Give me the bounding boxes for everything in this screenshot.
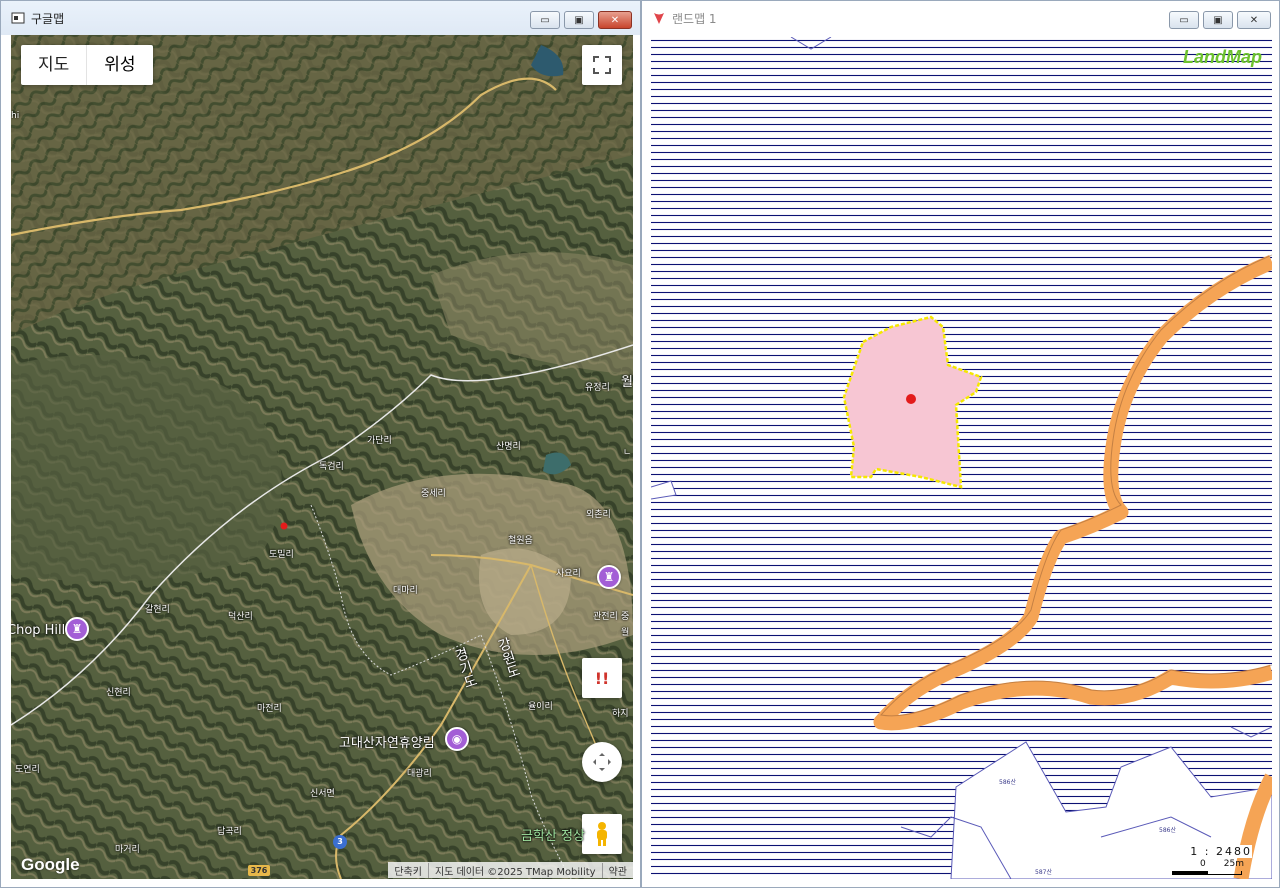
landmap-logo: LandMap bbox=[1183, 47, 1262, 67]
place-label: 철원읍 bbox=[508, 536, 533, 546]
google-map-window: 구글맵 ▭ ▣ ✕ 지도 위성 !! Google 단축키 지도 데이터 ©20… bbox=[0, 0, 641, 888]
pegman-icon bbox=[597, 822, 607, 846]
place-label: 사요리 bbox=[556, 569, 581, 579]
place-label: 도연리 bbox=[15, 765, 40, 775]
place-label: 유정리 bbox=[585, 383, 610, 393]
place-label: 마전리 bbox=[257, 704, 282, 714]
landmap-window: 랜드맵 1 ▭ ▣ ✕ LandMap 586산 586산 587산 1: 2… bbox=[641, 0, 1280, 888]
keyboard-shortcuts-link[interactable]: 단축키 bbox=[388, 863, 428, 878]
map-data-credit: 지도 데이터 ©2025 TMap Mobility bbox=[427, 862, 602, 878]
restore-button[interactable]: ▣ bbox=[564, 11, 594, 29]
minimize-button[interactable]: ▭ bbox=[530, 11, 560, 29]
landmap-app-icon bbox=[652, 11, 666, 25]
parcel-number-label: 587산 bbox=[1035, 869, 1052, 876]
place-label: 가단리 bbox=[367, 436, 392, 446]
satellite-map[interactable]: 지도 위성 !! Google 단축키 지도 데이터 ©2025 TMap Mo… bbox=[11, 35, 633, 879]
place-label: 대광리 bbox=[407, 769, 432, 779]
camera-poi-icon[interactable]: ◉ bbox=[445, 727, 469, 751]
close-button[interactable]: ✕ bbox=[598, 11, 632, 29]
place-label: 산명리 bbox=[496, 442, 521, 452]
place-label: 관전리 bbox=[593, 612, 618, 622]
cadastral-map[interactable]: LandMap 586산 586산 587산 1 : 2480 0 25m bbox=[651, 37, 1272, 879]
close-button[interactable]: ✕ bbox=[1237, 11, 1271, 29]
place-label: 답곡리 bbox=[217, 827, 242, 837]
place-label: Chop Hill bbox=[11, 623, 66, 638]
scale-bar bbox=[1172, 871, 1242, 875]
place-label: 중세리 bbox=[421, 489, 446, 499]
map-attribution: 단축키 지도 데이터 ©2025 TMap Mobility 약관 bbox=[388, 862, 633, 878]
place-label: hi bbox=[11, 111, 20, 121]
place-label: 신서면 bbox=[310, 789, 335, 799]
map-type-map-button[interactable]: 지도 bbox=[21, 45, 86, 85]
map-type-toggle[interactable]: 지도 위성 bbox=[21, 45, 153, 85]
cadastral-drawing bbox=[651, 37, 1272, 879]
pan-arrows-icon bbox=[593, 753, 611, 771]
scale-distance-label: 25m bbox=[1223, 859, 1244, 869]
place-label: 고대산자연휴양림 bbox=[339, 736, 435, 751]
fullscreen-icon bbox=[593, 56, 611, 74]
place-label: 월 bbox=[621, 375, 633, 390]
place-label: 금학산 정상 bbox=[521, 829, 585, 844]
minimize-button[interactable]: ▭ bbox=[1169, 11, 1199, 29]
place-label: 신현리 bbox=[106, 688, 131, 698]
scale-zero-label: 0 bbox=[1200, 859, 1206, 869]
route-shield-3: 3 bbox=[333, 835, 347, 849]
window-title: 구글맵 bbox=[31, 11, 65, 26]
landmark-poi-icon[interactable]: ♜ bbox=[65, 617, 89, 641]
app-icon bbox=[11, 11, 25, 25]
place-label: 독검리 bbox=[319, 462, 344, 472]
place-label: 마거리 bbox=[115, 845, 140, 855]
place-label: 덕산리 bbox=[228, 612, 253, 622]
terms-link[interactable]: 약관 bbox=[601, 862, 633, 878]
location-marker[interactable] bbox=[280, 522, 288, 530]
map-type-satellite-button[interactable]: 위성 bbox=[86, 45, 152, 85]
place-label: 외촌리 bbox=[586, 510, 611, 520]
place-label: 도밀리 bbox=[269, 550, 294, 560]
place-label: 월 bbox=[621, 628, 630, 638]
place-label: ㄴ bbox=[623, 448, 632, 458]
window-title: 랜드맵 1 bbox=[672, 11, 717, 26]
parcel-location-marker[interactable] bbox=[906, 394, 916, 404]
parcel-number-label: 586산 bbox=[1159, 827, 1176, 834]
fullscreen-button[interactable] bbox=[582, 45, 622, 85]
route-shield-376: 376 bbox=[248, 865, 270, 876]
place-label: 율이리 bbox=[528, 702, 553, 712]
landmark-poi-icon[interactable]: ♜ bbox=[597, 565, 621, 589]
parcel-number-label: 586산 bbox=[999, 779, 1016, 786]
place-label: 갈현리 bbox=[145, 605, 170, 615]
place-label: 중 bbox=[621, 612, 630, 622]
scale-bar-labels: 0 25m bbox=[1200, 859, 1244, 869]
title-bar[interactable]: 랜드맵 1 ▭ ▣ ✕ bbox=[642, 1, 1279, 35]
warning-button[interactable]: !! bbox=[582, 658, 622, 698]
place-label: 대마리 bbox=[393, 586, 418, 596]
satellite-imagery bbox=[11, 35, 633, 879]
title-bar[interactable]: 구글맵 ▭ ▣ ✕ bbox=[1, 1, 640, 35]
street-view-pegman[interactable] bbox=[582, 814, 622, 854]
place-label: 하지 bbox=[612, 709, 629, 719]
google-logo: Google bbox=[21, 855, 80, 874]
restore-button[interactable]: ▣ bbox=[1203, 11, 1233, 29]
map-scale-ratio: 1 : 2480 bbox=[1190, 845, 1252, 858]
camera-control-button[interactable] bbox=[582, 742, 622, 782]
